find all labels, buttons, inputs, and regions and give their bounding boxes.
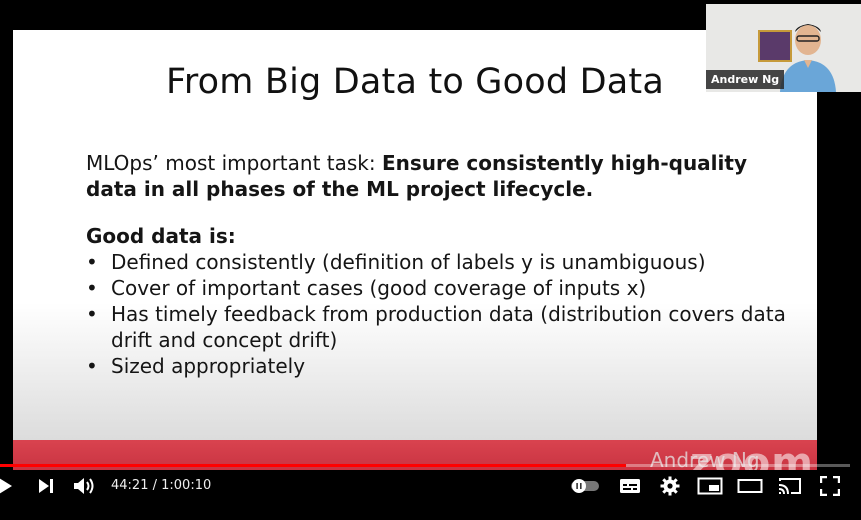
next-button[interactable]	[36, 474, 56, 498]
progress-bar[interactable]	[0, 464, 850, 467]
theater-mode-icon	[737, 479, 763, 493]
subtitles-button[interactable]	[619, 474, 641, 498]
bullet-item: Has timely feedback from production data…	[86, 301, 786, 353]
slide-intro: MLOps’ most important task: Ensure consi…	[86, 150, 786, 202]
fullscreen-button[interactable]	[819, 474, 841, 498]
settings-button[interactable]	[659, 474, 681, 498]
miniplayer-icon	[697, 477, 723, 495]
bullet-item: Sized appropriately	[86, 353, 786, 379]
volume-icon	[74, 478, 94, 494]
webcam-name-tag: Andrew Ng	[706, 70, 785, 89]
fullscreen-icon	[820, 476, 840, 496]
bullet-item: Defined consistently (definition of labe…	[86, 249, 786, 275]
player-controls: 44:21 / 1:00:10	[0, 458, 861, 520]
progress-played	[0, 464, 627, 467]
play-button[interactable]	[0, 474, 16, 498]
video-frame[interactable]: From Big Data to Good Data MLOps’ most i…	[0, 0, 861, 470]
play-icon	[0, 478, 12, 494]
good-data-heading: Good data is:	[86, 224, 236, 248]
duration: 1:00:10	[161, 478, 212, 493]
intro-prefix: MLOps’ most important task:	[86, 151, 382, 175]
gear-icon	[660, 476, 680, 496]
bullet-item: Cover of important cases (good coverage …	[86, 275, 786, 301]
slide: From Big Data to Good Data MLOps’ most i…	[13, 30, 817, 470]
cast-button[interactable]	[777, 474, 803, 498]
slide-body: MLOps’ most important task: Ensure consi…	[86, 150, 786, 379]
next-icon	[39, 479, 53, 493]
slide-title: From Big Data to Good Data	[166, 62, 664, 102]
theater-mode-button[interactable]	[737, 474, 763, 498]
mute-button[interactable]	[73, 474, 97, 498]
cast-icon	[778, 478, 801, 495]
time-display: 44:21 / 1:00:10	[111, 478, 211, 493]
webcam-thumbnail: Andrew Ng	[706, 4, 861, 92]
presenter-avatar	[780, 24, 836, 92]
autoplay-toggle[interactable]	[570, 474, 600, 498]
bullet-list: Defined consistently (definition of labe…	[86, 249, 786, 379]
subtitles-icon	[620, 479, 640, 493]
miniplayer-button[interactable]	[697, 474, 723, 498]
current-time: 44:21	[111, 478, 149, 493]
time-separator: /	[148, 478, 162, 493]
autoplay-toggle-icon	[571, 479, 599, 493]
